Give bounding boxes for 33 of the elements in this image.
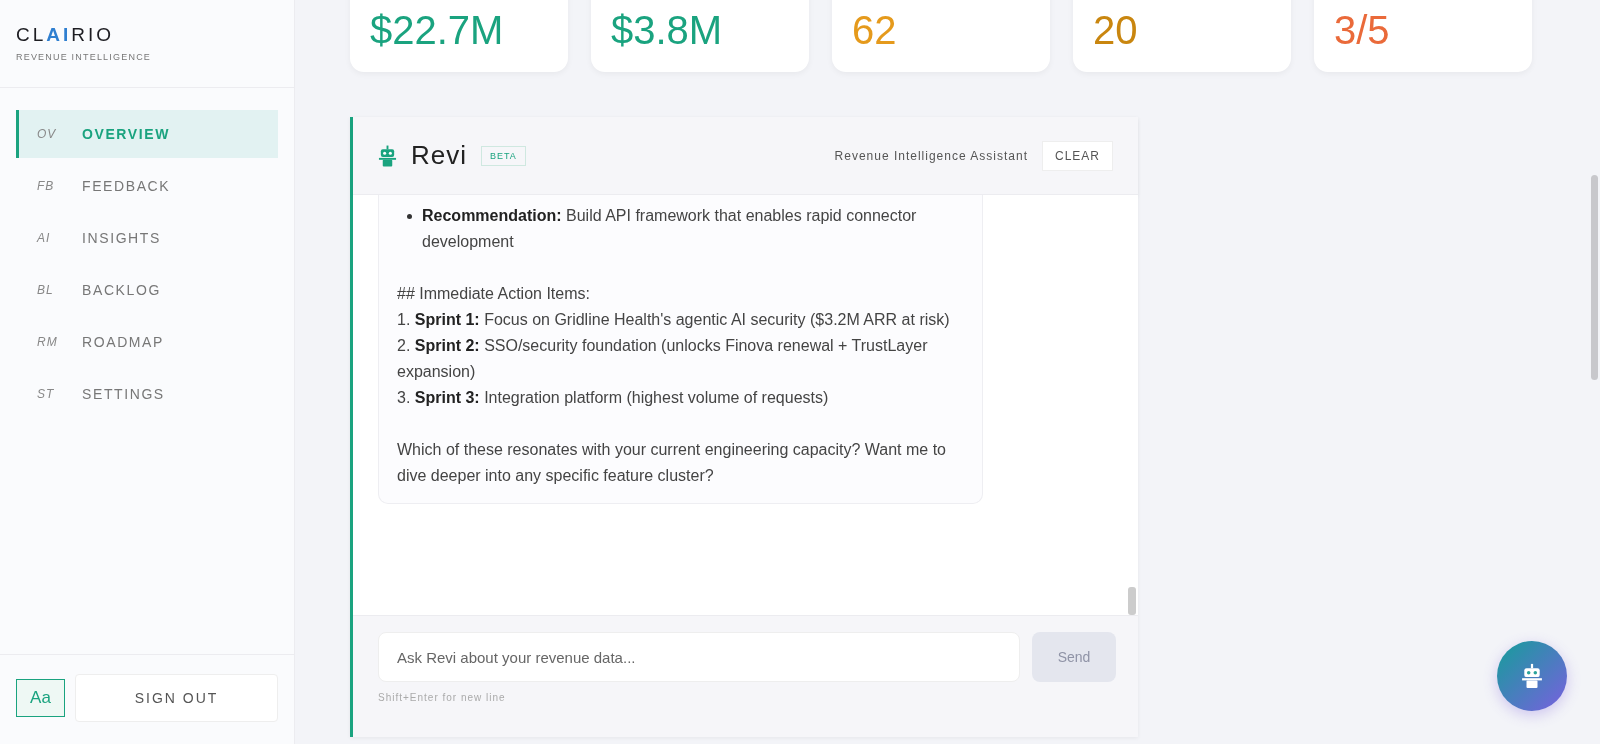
stat-value: $3.8M	[611, 8, 724, 53]
nav-item[interactable]: BL BACKLOG	[16, 266, 278, 314]
logo-text: CL AI RIO	[16, 24, 116, 46]
stat-value: 20	[1093, 8, 1139, 53]
message-text: ## Immediate Action Items:	[397, 284, 591, 304]
nav-item[interactable]: FB FEEDBACK	[16, 162, 278, 210]
message-input-field[interactable]: Ask Revi about your revenue data...	[378, 632, 1020, 682]
nav-item[interactable]: ST SETTINGS	[16, 370, 278, 418]
nav-item[interactable]: OV OVERVIEW	[16, 110, 278, 158]
stat-value: $22.7M	[370, 8, 505, 53]
message-text: Recommendation: Build API framework that enables rapid connector development	[422, 206, 918, 252]
font-size-button[interactable]: Aa	[16, 679, 65, 717]
message-text: 1. Sprint 1: Focus on Gridline Health's agentic AI security ($3.2M ARR at risk)	[397, 310, 951, 330]
beta-badge: BETA	[481, 145, 526, 166]
clear-button[interactable]: CLEAR	[1042, 140, 1113, 171]
chat-title: Revi	[411, 140, 467, 171]
nav-item[interactable]: AI INSIGHTS	[16, 214, 278, 262]
message-text: 3. Sprint 3: Integration platform (highest volume of requests)	[397, 388, 830, 408]
logo-subtitle: REVENUE INTELLIGENCE	[16, 52, 153, 62]
message-text: 2. Sprint 2: SSO/security foundation (unlocks Finova renewal + TrustLayer expansion)	[397, 336, 929, 382]
stat-value: 62	[852, 8, 898, 53]
robot-icon	[1521, 663, 1543, 689]
scrollbar-thumb[interactable]	[1591, 175, 1598, 380]
nav-item[interactable]: RM ROADMAP	[16, 318, 278, 366]
scrollbar-thumb[interactable]	[1128, 587, 1136, 615]
robot-icon	[378, 144, 397, 167]
sign-out-button[interactable]: SIGN OUT	[75, 674, 278, 722]
input-hint: Shift+Enter for new line	[378, 692, 507, 703]
chat-subtitle: Revenue Intelligence Assistant	[834, 148, 1028, 163]
stat-value: 3/5	[1334, 8, 1391, 53]
bullet-icon	[407, 214, 412, 219]
message-text: Which of these resonates with your current engineering capacity? Want me to dive deeper into any specific feature cluster?	[397, 440, 947, 486]
assistant-fab-button[interactable]	[1497, 641, 1567, 711]
